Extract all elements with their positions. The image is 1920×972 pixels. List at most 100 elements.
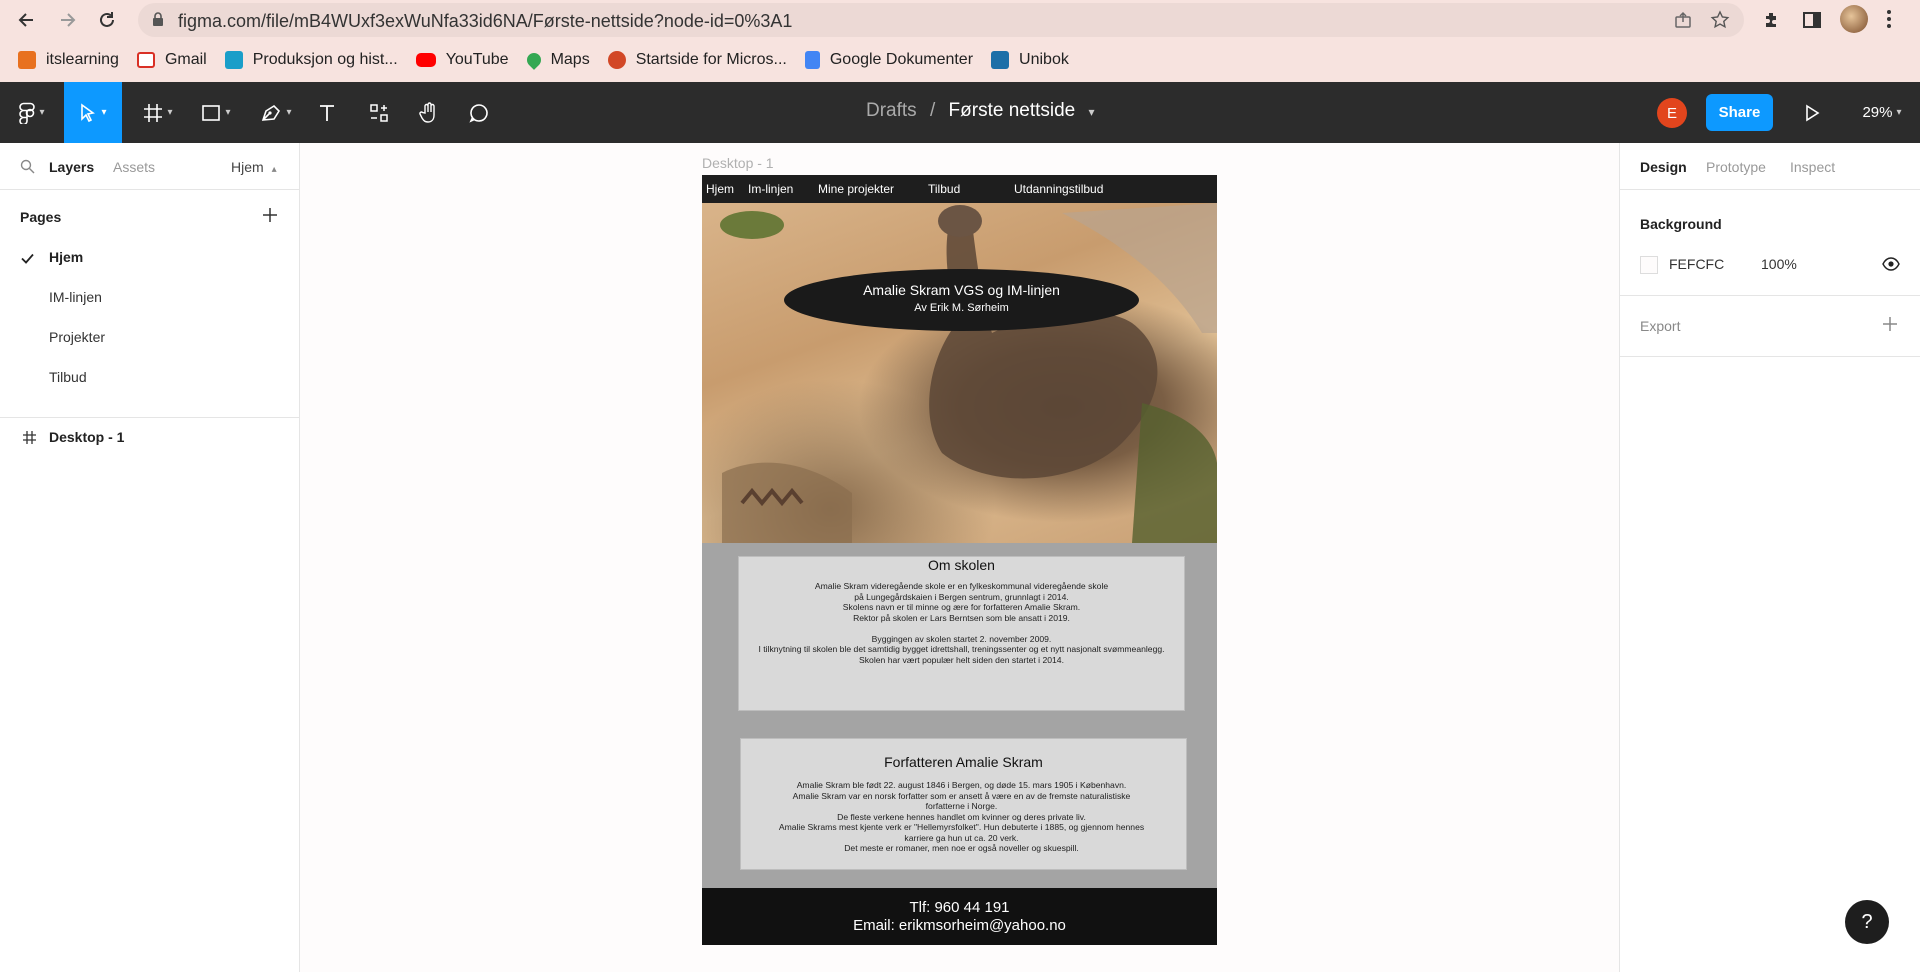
page-label: Projekter <box>49 329 106 345</box>
divider <box>1620 189 1920 190</box>
bookmark-maps[interactable]: Maps <box>523 50 590 70</box>
layer-label: Desktop - 1 <box>49 429 125 445</box>
page-item-tilbud[interactable]: Tilbud <box>0 369 299 399</box>
export-heading: Export <box>1640 318 1681 334</box>
layer-item-desktop-1[interactable]: Desktop - 1 <box>0 429 299 459</box>
site-nav-mine-projekter[interactable]: Mine projekter <box>818 182 894 196</box>
extensions-icon[interactable] <box>1762 10 1782 35</box>
color-swatch[interactable] <box>1640 256 1658 274</box>
tab-assets[interactable]: Assets <box>113 159 155 175</box>
file-title[interactable]: Drafts / Første nettside ▾ <box>866 100 1095 122</box>
powerpoint-icon <box>607 51 626 69</box>
frame-label[interactable]: Desktop - 1 <box>702 155 774 171</box>
comment-icon <box>469 103 488 123</box>
lock-icon <box>152 12 164 32</box>
page-item-im-linjen[interactable]: IM-linjen <box>0 289 299 319</box>
share-button[interactable]: Share <box>1706 94 1773 131</box>
text-tool-button[interactable] <box>312 82 342 143</box>
site-nav-utdanningstilbud[interactable]: Utdanningstilbud <box>1014 182 1103 196</box>
divider <box>0 189 299 190</box>
play-icon <box>1806 104 1820 121</box>
chevron-down-icon[interactable]: ▾ <box>1089 105 1095 119</box>
page-item-hjem[interactable]: Hjem <box>0 249 299 279</box>
bookmark-youtube[interactable]: YouTube <box>415 51 509 69</box>
breadcrumb-separator: / <box>929 100 936 121</box>
menu-icon[interactable] <box>1886 8 1892 35</box>
site-nav-tilbud[interactable]: Tilbud <box>928 182 960 196</box>
site-nav-im-linjen[interactable]: Im-linjen <box>748 182 793 196</box>
present-button[interactable] <box>1798 82 1826 143</box>
back-icon[interactable] <box>13 6 41 34</box>
hand-tool-button[interactable] <box>414 82 444 143</box>
hand-icon <box>419 101 435 123</box>
user-avatar[interactable]: E <box>1657 98 1687 128</box>
reload-icon[interactable] <box>93 6 121 34</box>
zoom-dropdown[interactable]: 29% ▾ <box>1854 82 1910 143</box>
tab-inspect[interactable]: Inspect <box>1790 159 1835 175</box>
add-page-icon[interactable] <box>262 207 278 228</box>
bookmark-gmail[interactable]: Gmail <box>136 51 207 69</box>
file-name[interactable]: Første nettside <box>949 100 1076 121</box>
tab-layers[interactable]: Layers <box>49 159 94 175</box>
text-line: Rektor på skolen er Lars Berntsen som bl… <box>853 612 1070 623</box>
right-panel: Design Prototype Inspect Background FEFC… <box>1619 143 1920 972</box>
move-tool-button[interactable]: ▾ <box>64 82 122 143</box>
site-icon <box>224 51 243 69</box>
bookmark-microsoft[interactable]: Startside for Micros... <box>607 51 787 69</box>
search-icon[interactable] <box>20 159 35 179</box>
author-title: Forfatteren Amalie Skram <box>884 754 1043 770</box>
bookmark-label: Startside for Micros... <box>635 51 787 68</box>
profile-avatar[interactable] <box>1840 5 1868 33</box>
bookmark-label: Unibok <box>1019 51 1069 68</box>
shape-tool-button[interactable]: ▾ <box>192 82 240 143</box>
chevron-down-icon: ▾ <box>39 107 45 118</box>
bookmark-unibok[interactable]: Unibok <box>991 51 1069 69</box>
address-bar[interactable]: figma.com/file/mB4WUxf3exWuNfa33id6NA/Fø… <box>138 3 1744 37</box>
unibok-icon <box>991 51 1010 69</box>
comment-tool-button[interactable] <box>464 82 494 143</box>
frame-icon <box>23 431 36 447</box>
main-menu-button[interactable]: ▾ <box>8 82 56 143</box>
pen-tool-button[interactable]: ▾ <box>252 82 300 143</box>
chevron-down-icon: ▾ <box>167 107 173 118</box>
hero-subtitle: Av Erik M. Sørheim <box>914 302 1009 314</box>
url-text: figma.com/file/mB4WUxf3exWuNfa33id6NA/Fø… <box>178 11 793 31</box>
bookmark-produksjon[interactable]: Produksjon og hist... <box>224 51 398 69</box>
text-icon <box>320 104 334 121</box>
divider <box>0 417 299 418</box>
itslearning-icon <box>18 51 36 69</box>
side-panel-icon[interactable] <box>1802 10 1822 35</box>
frame-icon <box>144 103 163 122</box>
hero-image: Amalie Skram VGS og IM-linjen Av Erik M.… <box>702 203 1217 543</box>
tab-design[interactable]: Design <box>1640 159 1687 175</box>
background-heading: Background <box>1640 216 1722 232</box>
help-button[interactable]: ? <box>1845 900 1889 944</box>
chevron-down-icon: ▾ <box>225 107 231 118</box>
browser-chrome: figma.com/file/mB4WUxf3exWuNfa33id6NA/Fø… <box>0 0 1920 82</box>
bookmark-google-docs[interactable]: Google Dokumenter <box>804 51 973 69</box>
text-line: forfatterne i Norge. <box>925 801 998 811</box>
frame-desktop-1[interactable]: Hjem Im-linjen Mine projekter Tilbud Utd… <box>702 175 1217 945</box>
text-line: De fleste verkene hennes handlet om kvin… <box>837 811 1086 822</box>
bookmark-star-icon[interactable] <box>1710 10 1730 35</box>
resources-button[interactable] <box>364 82 394 143</box>
text-line: Amalie Skram ble født 22. august 1846 i … <box>796 780 1127 790</box>
background-color-value[interactable]: FEFCFC <box>1669 256 1724 272</box>
bookmark-itslearning[interactable]: itslearning <box>18 51 119 69</box>
site-nav-hjem[interactable]: Hjem <box>706 182 734 196</box>
pen-icon <box>262 104 281 121</box>
current-page-dropdown[interactable]: Hjem ▴ <box>231 159 277 175</box>
background-opacity-value[interactable]: 100% <box>1761 256 1797 272</box>
page-item-projekter[interactable]: Projekter <box>0 329 299 359</box>
frame-tool-button[interactable]: ▾ <box>134 82 182 143</box>
page-label: IM-linjen <box>49 289 102 305</box>
add-export-icon[interactable] <box>1882 316 1898 337</box>
drafts-link[interactable]: Drafts <box>866 100 917 121</box>
bookmark-label: Produksjon og hist... <box>252 51 398 68</box>
text-line: Skolen har vært populær helt siden den s… <box>859 654 1064 665</box>
share-page-icon[interactable] <box>1674 11 1692 34</box>
tab-prototype[interactable]: Prototype <box>1706 159 1766 175</box>
forward-icon[interactable] <box>53 6 81 34</box>
eye-icon[interactable] <box>1882 257 1900 276</box>
text-line: Amalie Skram videregående skole er en fy… <box>814 581 1109 591</box>
